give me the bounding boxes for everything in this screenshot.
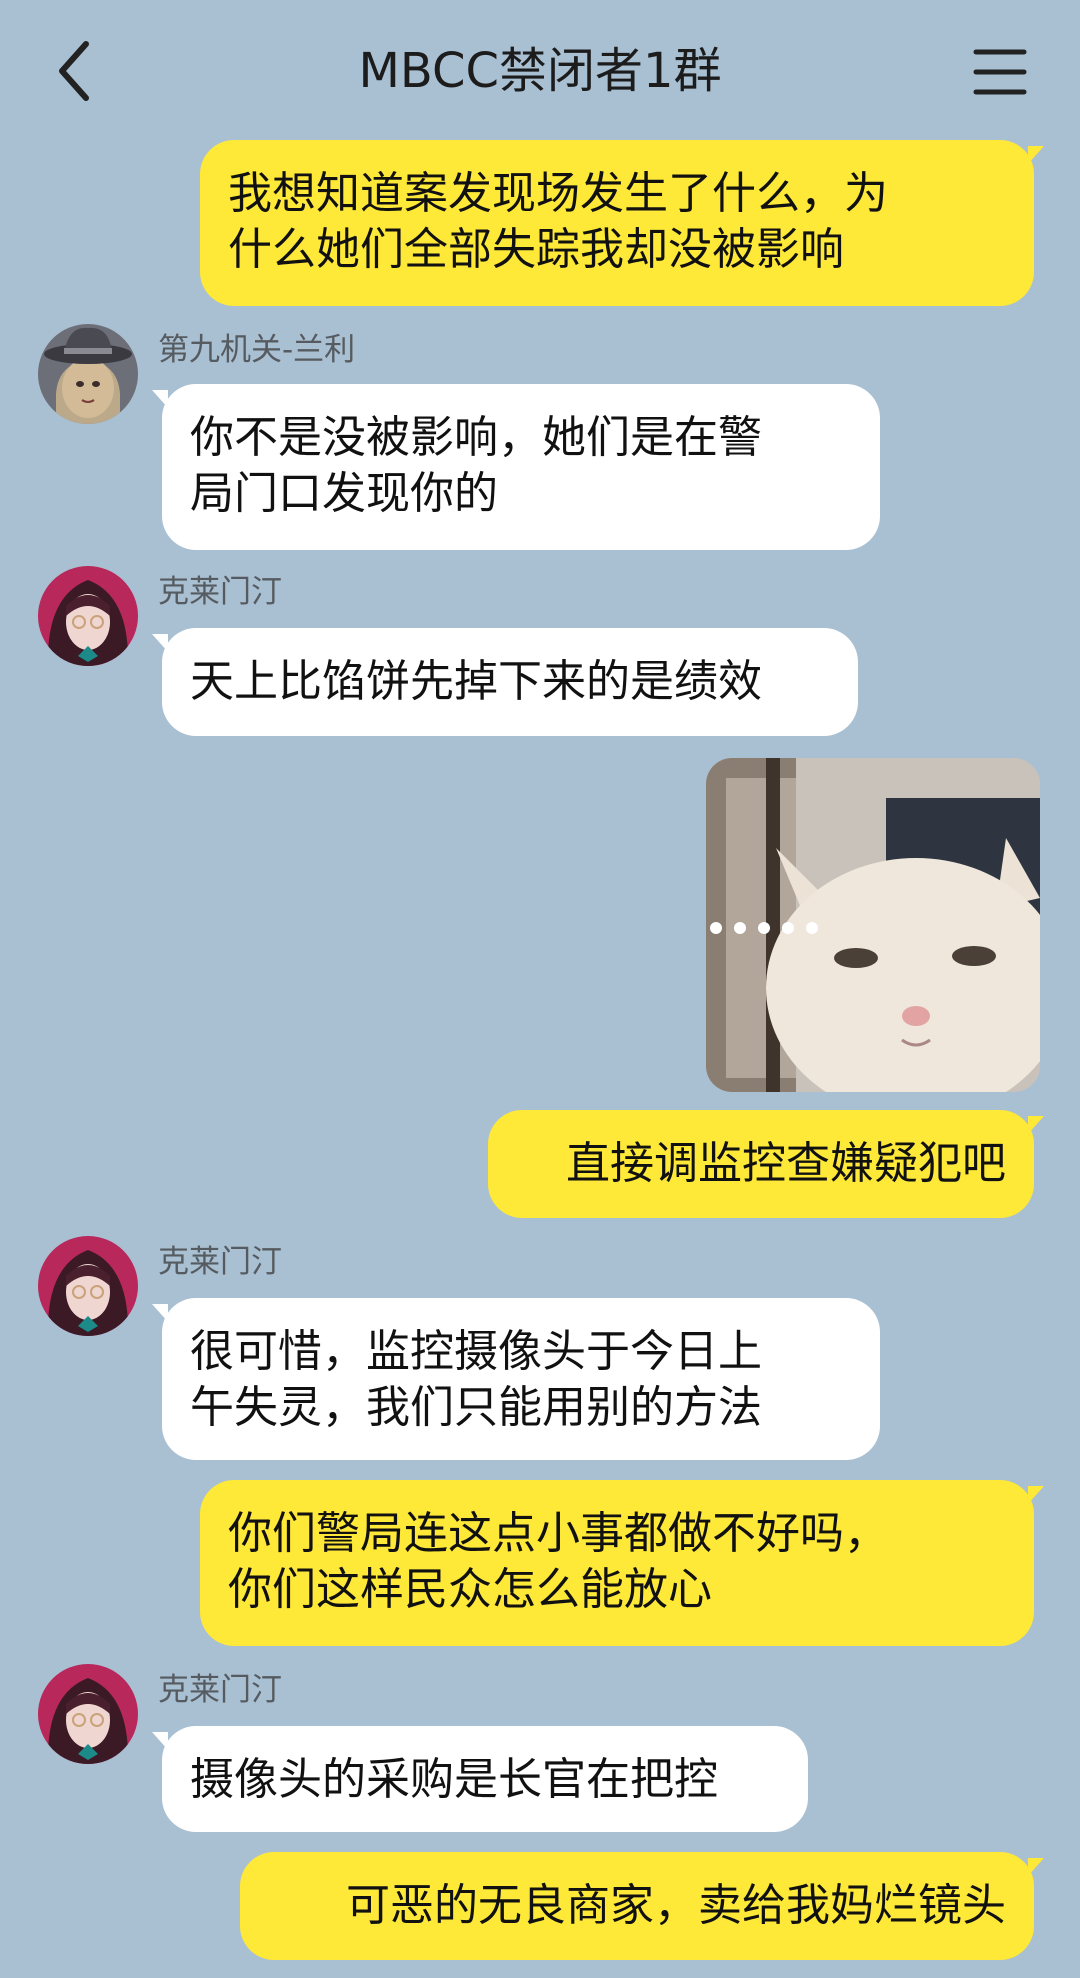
chat-title: MBCC禁闭者1群 bbox=[358, 43, 722, 99]
incoming-message-bubble[interactable]: 很可惜，监控摄像头于今日上 午失灵，我们只能用别的方法 bbox=[152, 1298, 880, 1460]
avatar[interactable] bbox=[38, 566, 138, 666]
avatar[interactable] bbox=[38, 1236, 138, 1336]
sender-name: 克莱门汀 bbox=[158, 574, 282, 610]
hamburger-menu-icon bbox=[973, 49, 1027, 95]
avatar[interactable] bbox=[38, 1664, 138, 1764]
outgoing-message-bubble[interactable]: 我想知道案发现场发生了什么，为 什么她们全部失踪我却没被影响 bbox=[200, 140, 1044, 306]
incoming-message-bubble[interactable]: 摄像头的采购是长官在把控 bbox=[152, 1726, 808, 1832]
chat-header: MBCC禁闭者1群 bbox=[0, 0, 1080, 140]
cat-meme-image[interactable] bbox=[706, 758, 1040, 1092]
avatar[interactable] bbox=[38, 324, 138, 424]
outgoing-message-bubble[interactable]: 直接调监控查嫌疑犯吧 bbox=[488, 1110, 1044, 1218]
sender-name: 第九机关-兰利 bbox=[158, 332, 356, 368]
outgoing-message-bubble[interactable]: 可恶的无良商家，卖给我妈烂镜头 bbox=[240, 1852, 1044, 1960]
sender-name: 克莱门汀 bbox=[158, 1244, 282, 1280]
incoming-message-bubble[interactable]: 你不是没被影响，她们是在警 局门口发现你的 bbox=[152, 384, 880, 550]
outgoing-message-bubble[interactable]: 你们警局连这点小事都做不好吗， 你们这样民众怎么能放心 bbox=[200, 1480, 1044, 1646]
menu-button[interactable] bbox=[972, 44, 1028, 100]
sender-name: 克莱门汀 bbox=[158, 1672, 282, 1708]
incoming-message-bubble[interactable]: 天上比馅饼先掉下来的是绩效 bbox=[152, 628, 858, 736]
